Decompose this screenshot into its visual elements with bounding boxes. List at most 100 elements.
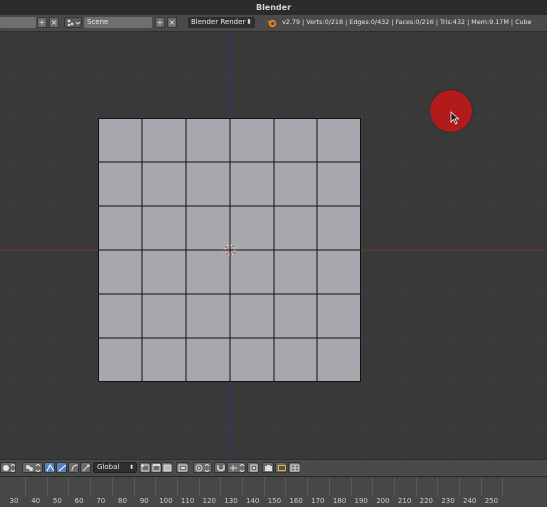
ruler-tick-mark: [437, 477, 439, 495]
ruler-tick-label: 90: [139, 497, 149, 505]
ruler-tick-mark: [415, 477, 417, 495]
screen-layout-field[interactable]: [0, 17, 36, 28]
scale-icon: [82, 464, 90, 472]
mouse-pointer-icon: [450, 111, 460, 125]
blender-logo-icon: [267, 19, 277, 28]
layers-icon: [290, 464, 300, 472]
add-screen-button[interactable]: +: [37, 17, 47, 28]
ruler-tick-mark: [133, 477, 135, 495]
render-engine-label: Blender Render: [191, 18, 246, 26]
vertex-select-icon: [141, 464, 150, 472]
ruler-tick-mark: [459, 477, 460, 495]
snap-target-button[interactable]: [247, 462, 259, 473]
delete-screen-button[interactable]: ×: [49, 17, 59, 28]
ruler-tick-mark: [307, 477, 309, 495]
ruler-tick-label: 40: [31, 497, 41, 505]
object-mode-dropdown[interactable]: [0, 462, 16, 473]
film-icon: [278, 465, 286, 471]
dropdown-arrow-icon: ⬍: [128, 464, 134, 471]
info-header: + × Scene + × Blender Render ⬍ v2.79 | V…: [0, 15, 547, 32]
pivot-point-button[interactable]: [44, 462, 55, 473]
mode-icon: [3, 464, 16, 472]
ruler-tick-label: 200: [376, 497, 390, 505]
ruler-tick-label: 180: [332, 497, 347, 505]
snap-element-dropdown[interactable]: [227, 462, 246, 473]
shading-icon: [26, 464, 41, 472]
translate-icon: [58, 464, 67, 472]
ruler-tick-mark: [220, 477, 222, 495]
ruler-tick-label: 150: [267, 497, 282, 505]
snap-target-icon: [250, 464, 258, 472]
limit-selection-visible-button[interactable]: [176, 462, 188, 473]
orientation-label: Global: [97, 463, 120, 471]
magnet-icon: [217, 465, 225, 472]
ruler-tick-label: 70: [96, 497, 106, 505]
ruler-tick-label: 170: [311, 497, 325, 505]
transform-orientation-dropdown[interactable]: Global ⬍: [93, 462, 137, 473]
ruler-tick-label: 110: [180, 497, 195, 505]
face-select-icon: [163, 464, 172, 472]
ruler-tick-mark: [285, 477, 287, 495]
ruler-tick-mark: [393, 477, 395, 495]
ruler-tick-mark: [198, 477, 200, 495]
snap-increment-icon: [230, 464, 245, 472]
occlude-icon: [178, 464, 188, 472]
face-select-button[interactable]: [161, 462, 172, 473]
proportional-editing-dropdown[interactable]: [193, 462, 212, 473]
render-layer-button[interactable]: [288, 462, 300, 473]
scene-name-field[interactable]: Scene: [84, 17, 152, 28]
3d-view-header: Global ⬍: [0, 459, 547, 477]
ruler-tick-label: 220: [419, 497, 433, 505]
ruler-tick-label: 240: [463, 497, 477, 505]
plane-mesh[interactable]: [98, 118, 361, 382]
pivot-icon: [46, 464, 55, 472]
ruler-tick-label: 60: [74, 497, 84, 505]
add-scene-button[interactable]: +: [155, 17, 165, 28]
delete-scene-button[interactable]: ×: [167, 17, 177, 28]
ruler-tick-mark: [242, 477, 243, 495]
timeline-ruler[interactable]: 30 40 50 60 70 80 90 100 110 120 130 140 150 160 170 18…: [0, 476, 547, 507]
render-engine-dropdown[interactable]: Blender Render ⬍: [188, 17, 255, 28]
ruler-tick-label: 160: [289, 497, 303, 505]
window-title-bar: Blender: [0, 0, 547, 15]
ruler-tick-mark: [263, 477, 265, 495]
ruler-tick-label: 190: [354, 497, 368, 505]
edge-select-icon: [152, 464, 161, 472]
vertex-select-button[interactable]: [139, 462, 150, 473]
dropdown-arrow-icon: ⬍: [246, 18, 252, 26]
rotate-manipulator-button[interactable]: [68, 462, 79, 473]
ruler-tick-mark: [350, 477, 352, 495]
scene-statistics: v2.79 | Verts:0/218 | Edges:0/432 | Face…: [282, 18, 532, 26]
translate-manipulator-button[interactable]: [56, 462, 67, 473]
proportional-edit-icon: [195, 464, 210, 472]
ruler-tick-label: 130: [224, 497, 238, 505]
ruler-tick-mark: [328, 477, 330, 495]
ruler-tick-mark: [176, 477, 178, 495]
ruler-tick-mark: [46, 477, 48, 495]
viewport-shading-dropdown[interactable]: [22, 462, 43, 473]
opengl-render-animation-button[interactable]: [275, 462, 287, 473]
ruler-tick-label: 30: [9, 497, 19, 505]
ruler-tick-label: 230: [441, 497, 455, 505]
ruler-tick-label: 250: [484, 497, 499, 505]
ruler-tick-label: 140: [246, 497, 260, 505]
ruler-tick-mark: [68, 477, 70, 495]
ruler-tick-mark: [90, 477, 92, 495]
ruler-tick-label: 80: [118, 497, 127, 505]
ruler-tick-mark: [25, 477, 26, 495]
opengl-render-image-button[interactable]: [262, 462, 274, 473]
3d-viewport[interactable]: [0, 32, 547, 459]
ruler-tick-label: 100: [159, 497, 173, 505]
snap-toggle-button[interactable]: [214, 462, 226, 473]
window-title: Blender: [255, 3, 292, 12]
edge-select-button[interactable]: [150, 462, 161, 473]
ruler-tick-label: 120: [202, 497, 216, 505]
scene-selector-button[interactable]: [64, 17, 82, 28]
ruler-tick-label: 210: [397, 497, 412, 505]
rotate-icon: [71, 464, 79, 472]
scale-manipulator-button[interactable]: [80, 462, 91, 473]
camera-icon: [265, 465, 272, 471]
ruler-tick-mark: [480, 477, 482, 495]
ruler-tick-mark: [502, 477, 504, 495]
ruler-tick-label: 50: [52, 497, 62, 505]
